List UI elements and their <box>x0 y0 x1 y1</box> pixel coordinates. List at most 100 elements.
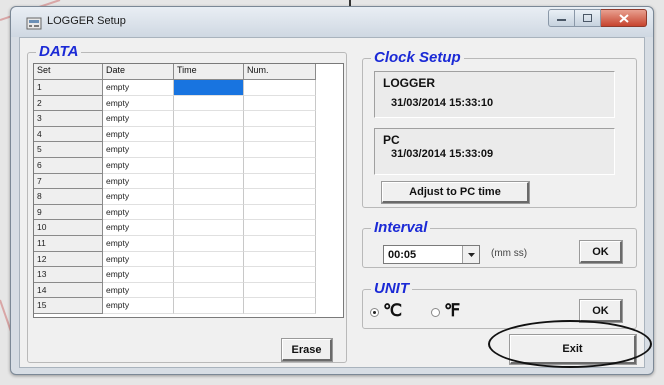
set-cell[interactable]: 7 <box>34 173 103 190</box>
app-icon <box>26 17 42 30</box>
chevron-down-icon[interactable] <box>462 246 479 263</box>
time-cell[interactable] <box>174 251 244 268</box>
table-row[interactable]: 4 empty <box>34 126 343 143</box>
pc-time-value: 31/03/2014 15:33:09 <box>391 148 494 160</box>
date-cell[interactable]: empty <box>103 173 174 190</box>
minimize-button[interactable] <box>548 9 575 27</box>
time-cell[interactable] <box>174 173 244 190</box>
num-cell[interactable] <box>244 235 316 252</box>
clock-setup-group: Clock Setup LOGGER 31/03/2014 15:33:10 P… <box>362 49 637 208</box>
date-cell[interactable]: empty <box>103 80 174 96</box>
time-cell[interactable] <box>174 298 244 314</box>
unit-ok-button[interactable]: OK <box>579 299 623 323</box>
date-cell[interactable]: empty <box>103 111 174 127</box>
time-cell[interactable] <box>174 157 244 174</box>
title-bar[interactable]: LOGGER Setup <box>11 7 653 37</box>
table-row[interactable]: 13 empty <box>34 267 343 283</box>
date-cell[interactable]: empty <box>103 142 174 158</box>
table-row[interactable]: 11 empty <box>34 235 343 252</box>
table-row[interactable]: 10 empty <box>34 220 343 236</box>
num-cell[interactable] <box>244 173 316 190</box>
date-cell[interactable]: empty <box>103 220 174 236</box>
num-cell[interactable] <box>244 251 316 268</box>
num-cell[interactable] <box>244 204 316 221</box>
date-cell[interactable]: empty <box>103 157 174 174</box>
date-cell[interactable]: empty <box>103 282 174 299</box>
set-cell[interactable]: 11 <box>34 235 103 252</box>
set-cell[interactable]: 15 <box>34 298 103 314</box>
date-cell[interactable]: empty <box>103 189 174 205</box>
num-cell[interactable] <box>244 267 316 283</box>
table-row[interactable]: 2 empty <box>34 95 343 112</box>
table-row[interactable]: 8 empty <box>34 189 343 205</box>
set-cell[interactable]: 5 <box>34 142 103 158</box>
date-cell[interactable]: empty <box>103 204 174 221</box>
num-cell[interactable] <box>244 220 316 236</box>
time-cell[interactable] <box>174 189 244 205</box>
time-cell[interactable] <box>174 142 244 158</box>
column-header-num[interactable]: Num. <box>244 64 316 80</box>
maximize-button[interactable] <box>575 9 601 27</box>
set-cell[interactable]: 13 <box>34 267 103 283</box>
time-cell[interactable] <box>174 235 244 252</box>
set-cell[interactable]: 1 <box>34 80 103 96</box>
set-cell[interactable]: 10 <box>34 220 103 236</box>
date-cell[interactable]: empty <box>103 126 174 143</box>
table-row[interactable]: 14 empty <box>34 282 343 299</box>
adjust-to-pc-time-button[interactable]: Adjust to PC time <box>381 181 530 204</box>
column-header-set[interactable]: Set <box>34 64 103 80</box>
close-button[interactable] <box>601 9 647 27</box>
set-cell[interactable]: 9 <box>34 204 103 221</box>
time-cell[interactable] <box>174 126 244 143</box>
table-row[interactable]: 1 empty <box>34 80 343 96</box>
data-table[interactable]: Set Date Time Num. 1 empty 2 empty 3 empty 4 em… <box>33 63 344 318</box>
date-cell[interactable]: empty <box>103 267 174 283</box>
date-cell[interactable]: empty <box>103 235 174 252</box>
table-row[interactable]: 5 empty <box>34 142 343 158</box>
close-icon <box>618 13 629 23</box>
dialog-client-area: DATA Set Date Time Num. 1 empty 2 empty 3 emp… <box>19 37 645 368</box>
fahrenheit-label[interactable]: ℉ <box>444 301 460 321</box>
celsius-label[interactable]: ℃ <box>383 301 402 321</box>
set-cell[interactable]: 4 <box>34 126 103 143</box>
num-cell[interactable] <box>244 80 316 96</box>
table-row[interactable]: 12 empty <box>34 251 343 268</box>
interval-title: Interval <box>371 219 431 236</box>
set-cell[interactable]: 8 <box>34 189 103 205</box>
num-cell[interactable] <box>244 111 316 127</box>
date-cell[interactable]: empty <box>103 251 174 268</box>
time-cell[interactable] <box>174 80 244 96</box>
interval-select[interactable]: 00:05 <box>383 245 480 264</box>
set-cell[interactable]: 3 <box>34 111 103 127</box>
set-cell[interactable]: 12 <box>34 251 103 268</box>
num-cell[interactable] <box>244 298 316 314</box>
time-cell[interactable] <box>174 282 244 299</box>
table-row[interactable]: 6 empty <box>34 157 343 174</box>
table-row[interactable]: 15 empty <box>34 298 343 314</box>
date-cell[interactable]: empty <box>103 298 174 314</box>
set-cell[interactable]: 2 <box>34 95 103 112</box>
num-cell[interactable] <box>244 142 316 158</box>
time-cell[interactable] <box>174 220 244 236</box>
erase-button[interactable]: Erase <box>281 338 333 362</box>
interval-ok-button[interactable]: OK <box>579 240 623 264</box>
column-header-date[interactable]: Date <box>103 64 174 80</box>
num-cell[interactable] <box>244 157 316 174</box>
set-cell[interactable]: 14 <box>34 282 103 299</box>
time-cell[interactable] <box>174 111 244 127</box>
num-cell[interactable] <box>244 95 316 112</box>
num-cell[interactable] <box>244 282 316 299</box>
date-cell[interactable]: empty <box>103 95 174 112</box>
time-cell[interactable] <box>174 267 244 283</box>
table-row[interactable]: 9 empty <box>34 204 343 221</box>
celsius-radio[interactable] <box>370 308 379 317</box>
set-cell[interactable]: 6 <box>34 157 103 174</box>
table-row[interactable]: 7 empty <box>34 173 343 190</box>
table-row[interactable]: 3 empty <box>34 111 343 127</box>
time-cell[interactable] <box>174 95 244 112</box>
column-header-time[interactable]: Time <box>174 64 244 80</box>
fahrenheit-radio[interactable] <box>431 308 440 317</box>
time-cell[interactable] <box>174 204 244 221</box>
num-cell[interactable] <box>244 126 316 143</box>
num-cell[interactable] <box>244 189 316 205</box>
